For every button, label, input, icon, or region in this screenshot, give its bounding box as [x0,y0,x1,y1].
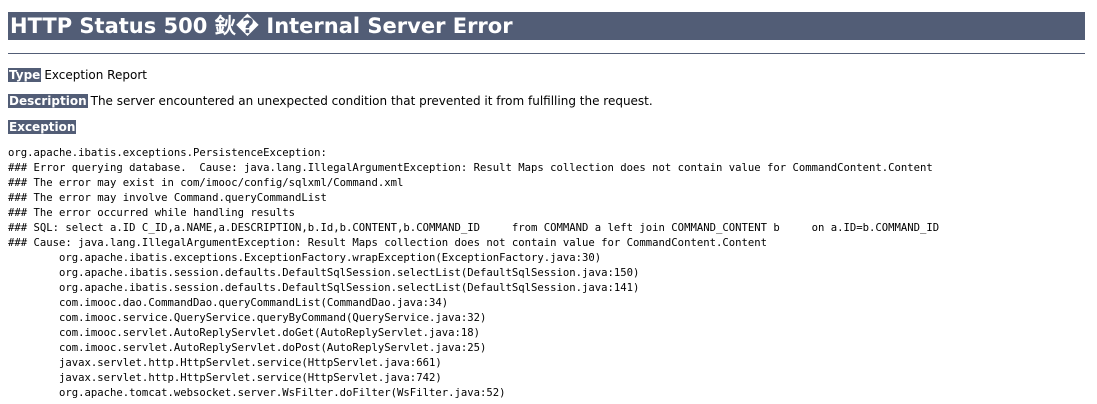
description-label: Description [8,94,88,108]
type-label: Type [8,68,42,82]
trace-line: javax.servlet.http.HttpServlet.service(H… [8,372,442,384]
trace-line: ### The error occurred while handling re… [8,207,296,219]
trace-line: org.apache.ibatis.session.defaults.Defau… [8,267,640,279]
trace-line: ### Cause: java.lang.IllegalArgumentExce… [8,237,767,249]
trace-line: org.apache.ibatis.exceptions.Persistence… [8,147,327,159]
trace-line: org.apache.tomcat.websocket.server.WsFil… [8,387,506,399]
stack-trace[interactable]: org.apache.ibatis.exceptions.Persistence… [8,146,939,401]
trace-line: org.apache.ibatis.exceptions.ExceptionFa… [8,252,602,264]
description-row: Description The server encountered an une… [8,93,653,109]
trace-line: com.imooc.servlet.AutoReplyServlet.doGet… [8,327,480,339]
trace-line: ### The error may exist in com/imooc/con… [8,177,404,189]
type-row: Type Exception Report [8,67,147,83]
page-title: HTTP Status 500 鈥� Internal Server Error [8,12,1085,40]
description-value: The server encountered an unexpected con… [90,94,653,108]
trace-line: ### The error may involve Command.queryC… [8,192,327,204]
exception-row: Exception [8,119,77,135]
divider [8,53,1085,54]
trace-line: com.imooc.servlet.AutoReplyServlet.doPos… [8,342,487,354]
type-value: Exception Report [44,68,147,82]
trace-line: ### SQL: select a.ID C_ID,a.NAME,a.DESCR… [8,222,940,234]
trace-line: ### Error querying database. Cause: java… [8,162,933,174]
exception-label: Exception [8,120,77,134]
trace-line: javax.servlet.http.HttpServlet.service(H… [8,357,442,369]
trace-line: com.imooc.service.QueryService.queryByCo… [8,312,487,324]
trace-line: org.apache.ibatis.session.defaults.Defau… [8,282,640,294]
trace-line: com.imooc.dao.CommandDao.queryCommandLis… [8,297,449,309]
